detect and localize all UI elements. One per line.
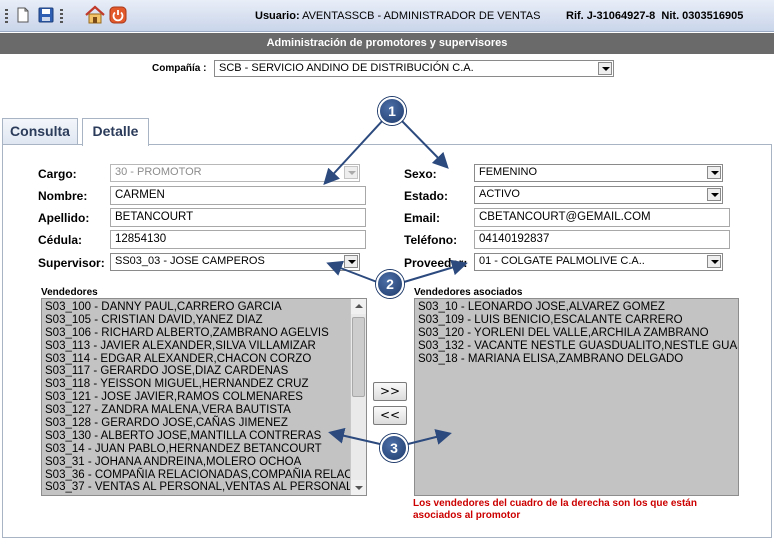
callout-badge-3: 3 [380, 434, 408, 462]
callout-1-arrow-right [399, 118, 449, 169]
callout-3-arrow-right [407, 429, 452, 445]
tab-detalle[interactable]: Detalle [82, 118, 149, 146]
callout-badge-1: 1 [378, 97, 406, 125]
callout-badge-2: 2 [376, 270, 404, 298]
callout-3-arrow-left [328, 427, 381, 445]
callout-2-arrow-left [326, 260, 378, 283]
callout-1-arrow-left [323, 118, 385, 185]
callout-2-arrow-right [403, 259, 468, 283]
